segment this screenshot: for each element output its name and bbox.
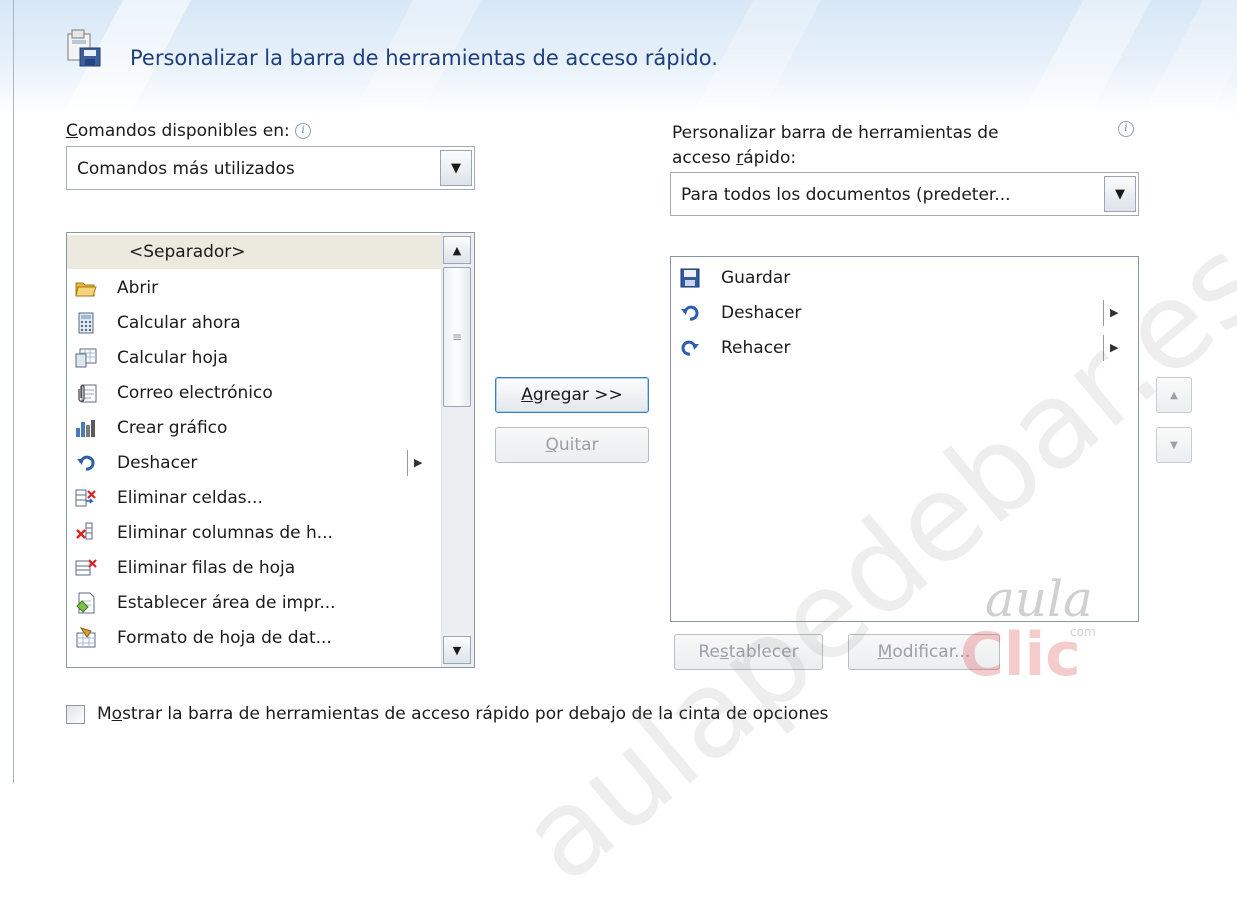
scroll-thumb[interactable]: ≡	[443, 267, 471, 407]
submenu-arrow-icon: ▶	[407, 450, 422, 476]
list-item[interactable]: Rehacer ▶	[671, 331, 1131, 365]
customize-toolbar-label: Personalizar barra de herramientas de ac…	[672, 123, 999, 168]
add-button[interactable]: Agregar >>	[495, 377, 649, 413]
show-below-ribbon-label[interactable]: Mostrar la barra de herramientas de acce…	[97, 704, 828, 724]
list-item[interactable]: Guardar	[671, 261, 1131, 295]
list-item[interactable]: Formato de hoja de dat...	[67, 621, 441, 655]
customize-scope-value: Para todos los documentos (predeter...	[681, 185, 1011, 205]
list-item[interactable]: <Separador>	[67, 235, 441, 269]
submenu-arrow-icon: ▶	[1103, 300, 1118, 326]
sheet-format-icon	[75, 627, 97, 649]
delete-cells-icon	[75, 487, 97, 509]
arrow-down-icon: ▼	[1170, 439, 1178, 451]
list-item[interactable]: Abrir	[67, 271, 441, 305]
dialog-left-border	[13, 0, 14, 783]
chevron-down-icon[interactable]: ▼	[440, 150, 472, 186]
undo-icon	[75, 452, 97, 474]
list-item[interactable]: Calcular ahora	[67, 306, 441, 340]
move-down-button[interactable]: ▼	[1156, 427, 1192, 463]
calculate-sheet-icon	[75, 347, 97, 369]
modify-button[interactable]: Modificar...	[848, 634, 1000, 670]
print-area-icon	[75, 592, 97, 614]
customize-scope-dropdown[interactable]: Para todos los documentos (predeter... ▼	[670, 172, 1139, 216]
list-item[interactable]: Calcular hoja	[67, 341, 441, 375]
dialog-title: Personalizar la barra de herramientas de…	[130, 46, 718, 70]
save-icon	[679, 267, 701, 289]
available-commands-value: Comandos más utilizados	[77, 159, 295, 179]
available-commands-dropdown[interactable]: Comandos más utilizados ▼	[66, 146, 475, 190]
show-below-ribbon-checkbox[interactable]	[66, 705, 85, 724]
undo-icon	[679, 302, 701, 324]
toolbar-commands-list[interactable]: Guardar Deshacer ▶ Rehacer ▶	[670, 256, 1139, 622]
vertical-scrollbar[interactable]: ▲ ≡ ▼	[441, 233, 474, 667]
list-item[interactable]: Correo electrónico	[67, 376, 441, 410]
redo-icon	[679, 337, 701, 359]
chart-icon	[75, 417, 97, 439]
chevron-down-icon[interactable]: ▼	[1104, 176, 1136, 212]
remove-button[interactable]: Quitar	[495, 427, 649, 463]
available-commands-label: Comandos disponibles en: i	[66, 121, 312, 141]
info-icon[interactable]: i	[1118, 121, 1134, 137]
reset-button[interactable]: Re s tablecer	[674, 634, 823, 670]
email-icon	[75, 382, 97, 404]
scroll-down-icon[interactable]: ▼	[443, 636, 471, 664]
list-item[interactable]: Deshacer ▶	[67, 446, 441, 480]
quick-access-toolbar-icon	[66, 28, 102, 68]
delete-rows-icon	[75, 557, 97, 579]
available-commands-list[interactable]: <Separador> Abrir Calcular ahora Calcula…	[66, 232, 475, 668]
submenu-arrow-icon: ▶	[1103, 335, 1118, 361]
list-item[interactable]: Eliminar filas de hoja	[67, 551, 441, 585]
list-item[interactable]: Crear gráfico	[67, 411, 441, 445]
calculator-icon	[75, 312, 97, 334]
move-up-button[interactable]: ▲	[1156, 377, 1192, 413]
list-item[interactable]: Eliminar celdas...	[67, 481, 441, 515]
scroll-up-icon[interactable]: ▲	[443, 236, 471, 264]
list-item[interactable]: Eliminar columnas de h...	[67, 516, 441, 550]
list-item[interactable]: Deshacer ▶	[671, 296, 1131, 330]
arrow-up-icon: ▲	[1170, 389, 1178, 401]
folder-open-icon	[75, 277, 97, 299]
info-icon[interactable]: i	[295, 123, 312, 139]
list-item[interactable]: Establecer área de impr...	[67, 586, 441, 620]
delete-columns-icon	[75, 522, 97, 544]
